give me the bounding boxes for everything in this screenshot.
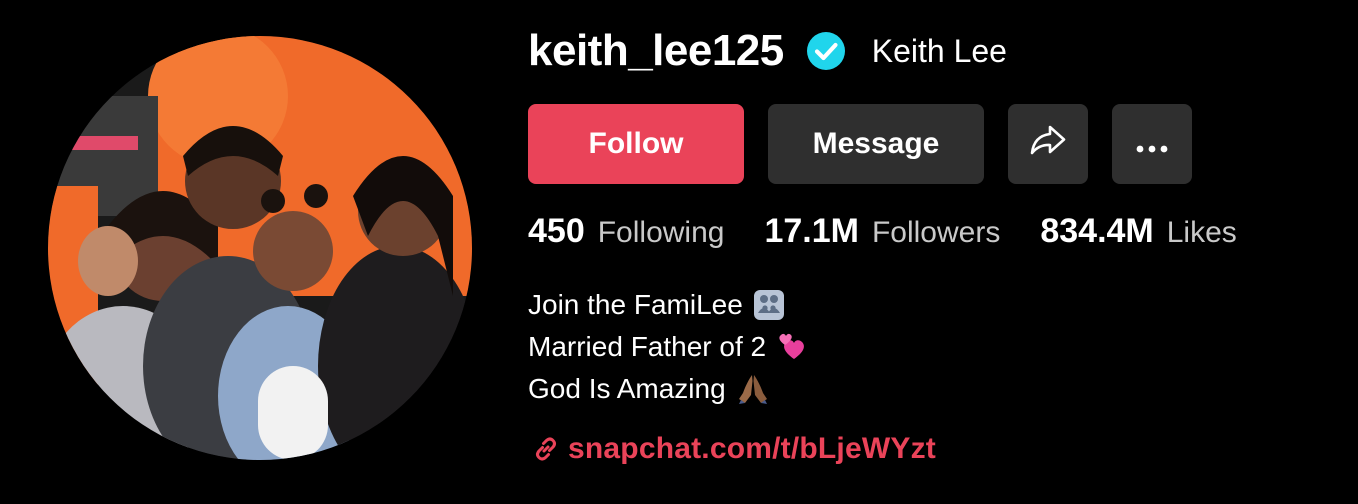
profile-display-name: Keith Lee	[871, 32, 1007, 69]
bio-line: Join the FamiLee	[528, 284, 808, 326]
message-button[interactable]: Message	[768, 104, 984, 184]
profile-info: keith_lee125 Keith Lee Follow Message 45…	[528, 0, 1328, 504]
share-arrow-icon	[1029, 123, 1067, 165]
bio-line: God Is Amazing	[528, 368, 808, 410]
stat-value: 450	[528, 212, 585, 250]
share-button[interactable]	[1008, 104, 1088, 184]
bio-line: Married Father of 2	[528, 326, 808, 368]
avatar-photo	[48, 36, 472, 460]
profile-avatar[interactable]	[48, 36, 472, 460]
profile-actions: Follow Message	[528, 104, 1192, 184]
follow-button[interactable]: Follow	[528, 104, 744, 184]
stat-following[interactable]: 450 Following	[528, 212, 724, 251]
stat-label: Following	[597, 216, 725, 249]
profile-link[interactable]: snapchat.com/t/bLjeWYzt	[532, 432, 936, 466]
bio-text: Married Father of 2	[528, 331, 767, 362]
bio-text: Join the FamiLee	[528, 289, 743, 320]
link-url[interactable]: snapchat.com/t/bLjeWYzt	[568, 432, 936, 466]
stat-followers[interactable]: 17.1M Followers	[764, 212, 1000, 251]
profile-username: keith_lee125	[528, 26, 784, 75]
bio-text: God Is Amazing	[528, 373, 726, 404]
two-hearts-emoji-icon	[776, 332, 808, 362]
verified-check-icon	[806, 31, 846, 71]
more-dots-icon	[1135, 127, 1169, 161]
stat-value: 834.4M	[1040, 212, 1154, 250]
stat-likes: 834.4M Likes	[1040, 212, 1236, 251]
stat-value: 17.1M	[764, 212, 859, 250]
profile-title-row: keith_lee125 Keith Lee	[528, 26, 1007, 76]
stat-label: Likes	[1166, 216, 1237, 249]
more-options-button[interactable]	[1112, 104, 1192, 184]
stat-label: Followers	[871, 216, 1001, 249]
praying-hands-emoji-icon	[736, 373, 770, 405]
link-icon	[532, 435, 560, 463]
family-emoji-icon	[753, 289, 785, 321]
profile-bio: Join the FamiLee Married Father of 2 God…	[528, 284, 808, 410]
profile-stats: 450 Following 17.1M Followers 834.4M Lik…	[528, 212, 1277, 251]
profile-header: keith_lee125 Keith Lee Follow Message 45…	[0, 0, 1358, 504]
